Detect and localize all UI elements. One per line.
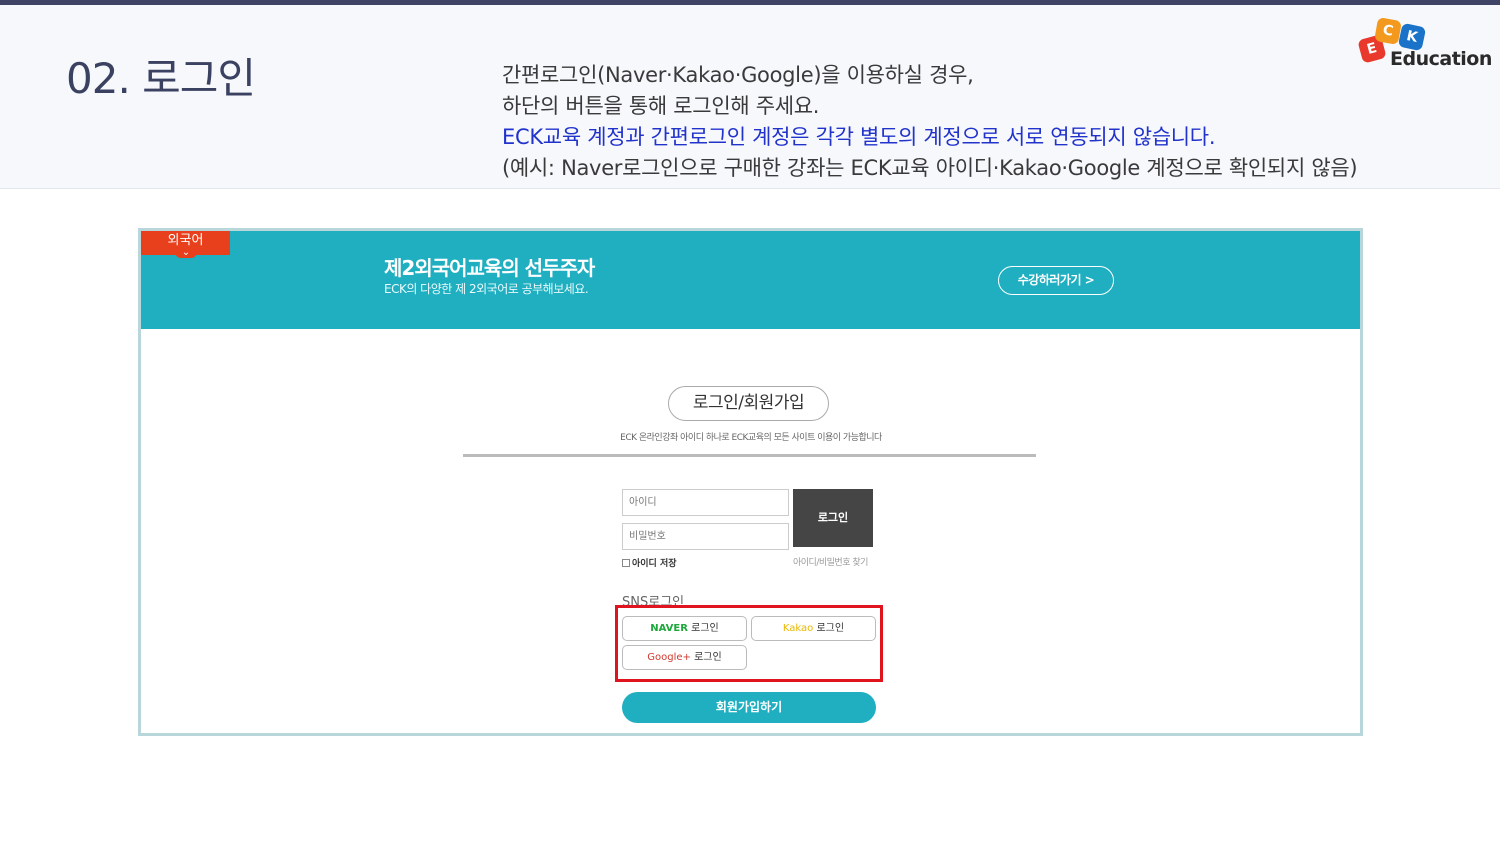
desc-line-2: 하단의 버튼을 통해 로그인해 주세요. — [502, 94, 820, 118]
logo-wordmark: Education — [1390, 48, 1492, 70]
website-screenshot: 외국어 ⌄ 제2외국어교육의 선두주자 ECK의 다양한 제 2외국어로 공부해… — [138, 228, 1363, 736]
site-banner: 외국어 ⌄ 제2외국어교육의 선두주자 ECK의 다양한 제 2외국어로 공부해… — [141, 231, 1360, 329]
google-login-label: 로그인 — [694, 652, 722, 663]
naver-logo-text: NAVER — [650, 623, 688, 634]
kakao-login-label: 로그인 — [816, 623, 845, 634]
google-login-button[interactable]: Google+ 로그인 — [622, 645, 747, 670]
slide-title: 02. 로그인 — [66, 54, 256, 103]
slide-header: 02. 로그인 간편로그인(Naver·Kakao·Google)을 이용하실 … — [0, 5, 1500, 189]
login-button[interactable]: 로그인 — [793, 489, 873, 547]
checkbox-icon[interactable] — [622, 558, 630, 567]
password-input[interactable]: 비밀번호 — [622, 523, 789, 550]
go-to-course-button[interactable]: 수강하러가기 > — [998, 266, 1114, 295]
kakao-logo-text: Kakao — [782, 623, 814, 634]
slide-description: 간편로그인(Naver·Kakao·Google)을 이용하실 경우, 하단의 … — [502, 60, 1358, 184]
kakao-login-button[interactable]: Kakao 로그인 — [751, 616, 876, 641]
banner-title: 제2외국어교육의 선두주자 — [384, 256, 595, 280]
naver-login-label: 로그인 — [691, 623, 719, 634]
save-id-checkbox[interactable]: 아이디 저장 — [622, 556, 677, 569]
logo-k-hexagon: K — [1397, 22, 1427, 52]
find-id-password-link[interactable]: 아이디/비밀번호 찾기 — [793, 555, 868, 568]
login-description: ECK 온라인강좌 아이디 하나로 ECK교육의 모든 사이트 이용이 가능합니… — [620, 433, 882, 443]
logo-c-hexagon: C — [1374, 17, 1402, 45]
save-id-label: 아이디 저장 — [632, 559, 677, 569]
desc-line-highlight: ECK교육 계정과 간편로그인 계정은 각각 별도의 계정으로 서로 연동되지 … — [502, 125, 1216, 149]
desc-line-1: 간편로그인(Naver·Kakao·Google)을 이용하실 경우, — [502, 63, 974, 87]
google-logo-text: Google+ — [647, 652, 691, 663]
login-signup-heading: 로그인/회원가입 — [668, 386, 829, 421]
banner-subtitle: ECK의 다양한 제 2외국어로 공부해보세요. — [384, 282, 589, 296]
eck-education-logo: E C K Education — [1356, 17, 1492, 77]
section-divider — [463, 454, 1036, 457]
naver-login-button[interactable]: NAVER 로그인 — [622, 616, 747, 641]
signup-button[interactable]: 회원가입하기 — [622, 692, 876, 723]
desc-line-example: (예시: Naver로그인으로 구매한 강좌는 ECK교육 아이디·Kakao·… — [502, 156, 1358, 180]
id-input[interactable]: 아이디 — [622, 489, 789, 516]
chevron-down-icon[interactable]: ⌄ — [175, 248, 197, 258]
